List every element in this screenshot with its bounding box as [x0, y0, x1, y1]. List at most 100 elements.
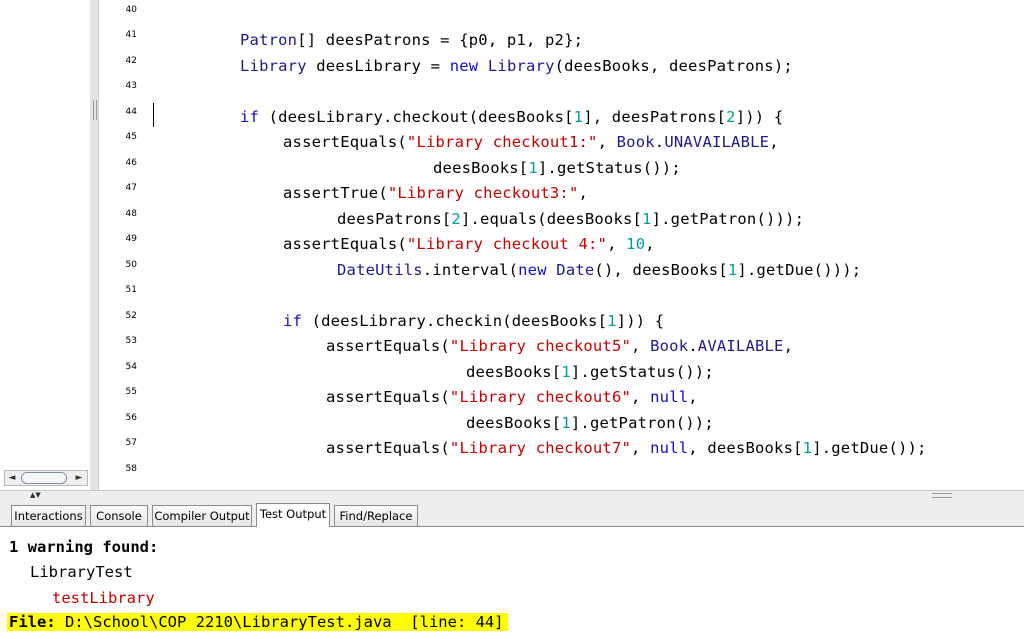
code-token: DateUtils: [337, 261, 423, 279]
line-number: 54: [125, 362, 137, 372]
code-token: deesBooks[: [466, 414, 562, 432]
line-number: 43: [125, 81, 137, 91]
code-line-56[interactable]: deesBooks[1].getPatron());: [466, 414, 714, 432]
scroll-left-icon[interactable]: ◄: [6, 472, 18, 484]
tab-interactions[interactable]: Interactions: [11, 505, 86, 526]
code-line-44[interactable]: if (deesLibrary.checkout(deesBooks[1], d…: [240, 108, 783, 126]
code-token: ])) {: [616, 312, 665, 330]
code-token: AVAILABLE: [697, 337, 784, 355]
tab-test-output[interactable]: Test Output: [256, 503, 330, 527]
scrollbar-thumb[interactable]: [21, 472, 67, 484]
code-token: ].equals(deesBooks[: [460, 210, 643, 228]
code-token: 1: [607, 312, 617, 330]
code-token: .: [688, 337, 698, 355]
code-token: 1: [727, 261, 738, 279]
text-cursor: [153, 103, 154, 127]
code-token: (deesLibrary.checkout(deesBooks[: [259, 108, 574, 126]
code-token: ].getStatus());: [570, 363, 714, 381]
line-number: 49: [125, 234, 137, 244]
code-token: .interval(: [422, 261, 519, 279]
code-token: Date: [556, 261, 595, 279]
code-token: 1: [561, 363, 571, 381]
code-token: deesBooks[: [466, 363, 562, 381]
error-file-location[interactable]: File: D:\School\COP 2210\LibraryTest.jav…: [7, 613, 508, 631]
code-token: ,: [769, 133, 779, 151]
code-line-53[interactable]: assertEquals("Library checkout5", Book.A…: [326, 337, 793, 355]
divider-grip-icon[interactable]: [93, 100, 97, 120]
line-number: 50: [125, 260, 137, 270]
code-line-54[interactable]: deesBooks[1].getStatus());: [466, 363, 714, 381]
warning-count: 1 warning found:: [9, 538, 159, 556]
code-token: ].getPatron()));: [651, 210, 805, 228]
split-arrows-icon[interactable]: ▲▼: [30, 491, 41, 499]
code-token: 2: [451, 210, 461, 228]
code-token: if: [283, 312, 303, 330]
test-method-name[interactable]: testLibrary: [52, 589, 155, 607]
code-token: Library: [487, 57, 555, 75]
code-token: null: [650, 439, 689, 457]
code-token: Book: [650, 337, 689, 355]
horizontal-scrollbar[interactable]: ◄ ►: [4, 470, 88, 486]
code-token: Patron: [240, 31, 298, 49]
code-token: "Library checkout7": [449, 439, 632, 457]
line-number: 47: [125, 183, 137, 193]
code-token: ,: [631, 388, 651, 406]
code-line-47[interactable]: assertTrue("Library checkout3:",: [283, 184, 588, 202]
code-line-52[interactable]: if (deesLibrary.checkin(deesBooks[1])) {: [283, 312, 664, 330]
code-token: assertTrue(: [283, 184, 388, 202]
code-line-50[interactable]: DateUtils.interval(new Date(), deesBooks…: [337, 261, 861, 279]
code-token: ,: [631, 337, 651, 355]
code-line-48[interactable]: deesPatrons[2].equals(deesBooks[1].getPa…: [337, 210, 804, 228]
code-token: ], deesPatrons[: [583, 108, 727, 126]
code-line-55[interactable]: assertEquals("Library checkout6", null,: [326, 388, 698, 406]
code-token: "Library checkout6": [449, 388, 632, 406]
code-token: Library: [240, 57, 307, 75]
code-line-49[interactable]: assertEquals("Library checkout 4:", 10,: [283, 235, 655, 253]
tab-find-replace[interactable]: Find/Replace: [334, 505, 418, 526]
code-token: ,: [783, 337, 794, 355]
code-token: "Library checkout3:": [387, 184, 579, 202]
code-token: ].getPatron());: [570, 414, 714, 432]
code-token: ,: [645, 235, 655, 253]
pane-splitter[interactable]: [0, 490, 1024, 500]
code-token: 1: [561, 414, 571, 432]
scroll-right-icon[interactable]: ►: [73, 472, 85, 484]
code-token: 10: [626, 235, 646, 253]
code-token: deesLibrary =: [306, 57, 450, 75]
code-token: ,: [607, 235, 627, 253]
code-token: assertEquals(: [326, 337, 450, 355]
code-line-42[interactable]: Library deesLibrary = new Library(deesBo…: [240, 57, 793, 75]
test-class-name[interactable]: LibraryTest: [30, 563, 133, 581]
code-token: 1: [642, 210, 652, 228]
code-token: ].getStatus());: [537, 159, 681, 177]
tab-compiler-output[interactable]: Compiler Output: [152, 505, 252, 526]
code-token: "Library checkout1:": [406, 133, 598, 151]
line-number: 45: [125, 132, 137, 142]
code-token: 1: [573, 108, 584, 126]
code-token: (deesLibrary.checkin(deesBooks[: [302, 312, 608, 330]
code-token: assertEquals(: [283, 235, 407, 253]
code-token: .: [654, 133, 665, 151]
line-number: 55: [125, 387, 137, 397]
code-token: ])) {: [735, 108, 784, 126]
code-token: ,: [597, 133, 617, 151]
code-line-46[interactable]: deesBooks[1].getStatus());: [433, 159, 681, 177]
panel-divider[interactable]: [90, 0, 99, 490]
code-line-45[interactable]: assertEquals("Library checkout1:", Book.…: [283, 133, 779, 151]
code-token: (deesBooks, deesPatrons);: [554, 57, 793, 75]
line-number: 58: [125, 464, 137, 474]
document-list-panel[interactable]: ◄ ►: [0, 0, 91, 490]
code-token: assertEquals(: [326, 388, 450, 406]
code-line-41[interactable]: Patron[] deesPatrons = {p0, p1, p2};: [240, 31, 583, 49]
tab-console[interactable]: Console: [90, 505, 148, 526]
line-number-gutter: 40 41 42 43 44 45 46 47 48 49 50 51 52 5…: [99, 0, 146, 490]
code-token: new: [449, 57, 479, 75]
code-line-57[interactable]: assertEquals("Library checkout7", null, …: [326, 439, 927, 457]
line-number: 46: [125, 158, 137, 168]
code-token: assertEquals(: [326, 439, 450, 457]
code-token: ,: [578, 184, 589, 202]
line-number: 48: [125, 209, 137, 219]
splitter-grip-icon[interactable]: [932, 493, 952, 498]
